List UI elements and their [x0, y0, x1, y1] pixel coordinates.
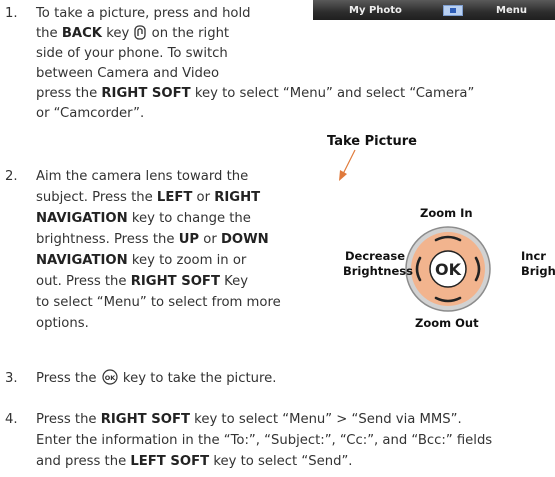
- decrease-brightness-label: Decrease Brightness: [343, 249, 413, 279]
- pointer-arrowhead: [339, 170, 347, 181]
- zoom-in-label: Zoom In: [420, 206, 473, 220]
- navigation-diagram: OK: [339, 149, 491, 312]
- brightness-label-line: Brigh: [521, 264, 555, 278]
- decrease-label-line: Decrease: [344, 249, 406, 263]
- ok-key-label: OK: [435, 260, 462, 279]
- navigation-pad: OK: [405, 226, 491, 312]
- pointer-line: [342, 149, 356, 175]
- increase-label-line: Incr: [521, 249, 546, 263]
- zoom-out-label: Zoom Out: [415, 316, 479, 330]
- increase-brightness-label: Incr Brigh: [521, 249, 555, 279]
- brightness-label-line: Brightness: [343, 264, 413, 278]
